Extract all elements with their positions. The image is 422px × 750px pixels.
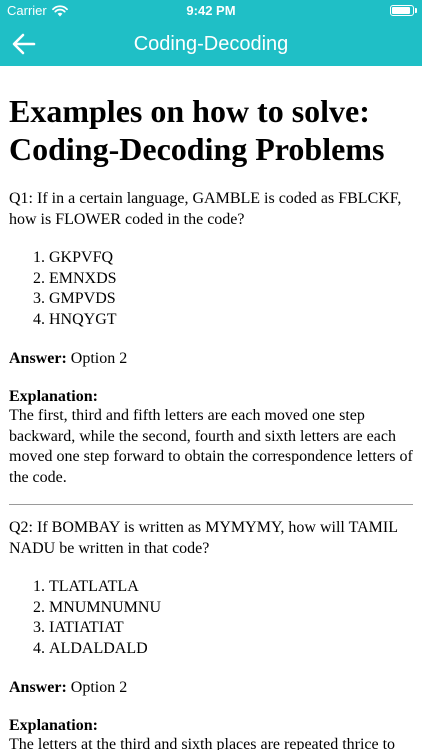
status-time: 9:42 PM <box>186 3 236 18</box>
option-item: IATIATIAT <box>49 618 413 639</box>
answer-line: Answer: Option 2 <box>9 677 413 698</box>
status-bar: Carrier 9:42 PM <box>0 0 422 22</box>
nav-bar: Coding-Decoding <box>0 22 422 66</box>
explanation-text: The first, third and fifth letters are e… <box>9 407 413 486</box>
article-content[interactable]: Examples on how to solve: Coding-Decodin… <box>0 66 422 750</box>
answer-line: Answer: Option 2 <box>9 348 413 369</box>
nav-title: Coding-Decoding <box>133 33 289 55</box>
option-item: MNUMNUMNU <box>49 598 413 619</box>
battery-level <box>392 7 410 14</box>
option-item: TLATLATLA <box>49 577 413 598</box>
option-item: HNQYGT <box>49 310 413 331</box>
explanation-label: Explanation: <box>9 388 98 405</box>
answer-value: Option 2 <box>70 350 128 367</box>
page-heading: Examples on how to solve: Coding-Decodin… <box>9 93 385 167</box>
option-item: EMNXDS <box>49 269 413 290</box>
question-text: Q2: If BOMBAY is written as MYMYMY, how … <box>9 519 398 557</box>
question-block-2: Q2: If BOMBAY is written as MYMYMY, how … <box>9 517 413 750</box>
question-block-1: Q1: If in a certain language, GAMBLE is … <box>9 188 413 488</box>
divider <box>9 504 413 505</box>
options-list: GKPVFQ EMNXDS GMPVDS HNQYGT <box>9 248 413 330</box>
explanation-text: The letters at the third and sixth place… <box>9 736 396 750</box>
option-item: GMPVDS <box>49 289 413 310</box>
answer-label: Answer: <box>9 679 67 696</box>
answer-value: Option 2 <box>70 679 128 696</box>
battery-icon <box>390 5 417 16</box>
option-item: ALDALDALD <box>49 639 413 660</box>
explanation-label: Explanation: <box>9 717 98 734</box>
option-item: GKPVFQ <box>49 248 413 269</box>
options-list: TLATLATLA MNUMNUMNU IATIATIAT ALDALDALD <box>9 577 413 659</box>
answer-label: Answer: <box>9 350 67 367</box>
question-text: Q1: If in a certain language, GAMBLE is … <box>9 190 402 228</box>
